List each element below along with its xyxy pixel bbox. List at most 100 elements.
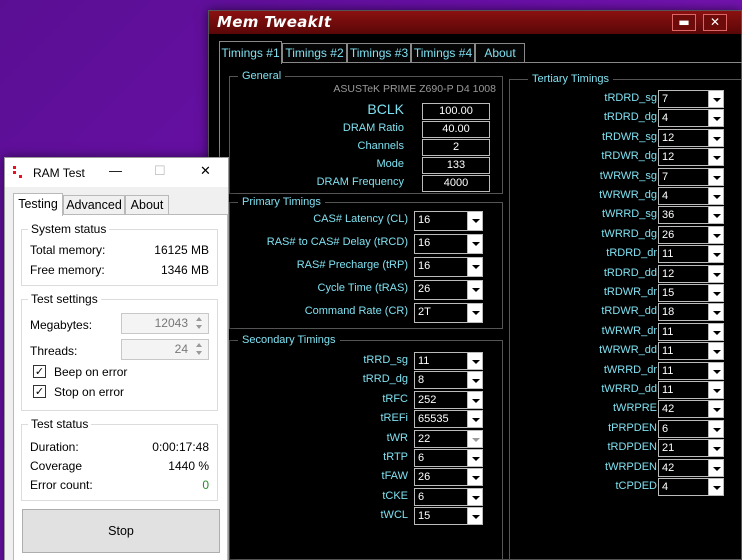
threads-spinner[interactable]: 24	[121, 339, 209, 360]
tab-advanced[interactable]: Advanced	[63, 195, 125, 215]
tab-about[interactable]: About	[475, 43, 525, 63]
beep-on-error-checkbox[interactable]: ✓	[33, 365, 46, 378]
chevron-down-icon[interactable]	[708, 285, 723, 301]
chevron-down-icon[interactable]	[708, 207, 723, 224]
megabytes-down-icon[interactable]	[192, 323, 207, 332]
tfaw-dropdown[interactable]: 26	[414, 468, 483, 487]
trefi-dropdown[interactable]: 65535	[414, 410, 483, 429]
tcke-dropdown[interactable]: 6	[414, 487, 483, 506]
twrpre-dropdown[interactable]: 42	[658, 400, 724, 419]
ras-precharge-trp-dropdown[interactable]: 16	[414, 257, 483, 277]
tab-testing[interactable]: Testing	[13, 193, 63, 216]
chevron-down-icon[interactable]	[467, 508, 482, 525]
tab-timings-4[interactable]: Timings #4	[411, 43, 475, 63]
chevron-down-icon[interactable]	[708, 91, 723, 107]
cycle-time-tras-dropdown[interactable]: 26	[414, 280, 483, 300]
tab-timings-1[interactable]: Timings #1	[219, 41, 282, 64]
chevron-down-icon[interactable]	[708, 362, 723, 379]
chevron-down-icon[interactable]	[708, 420, 723, 437]
twrrd-sg-dropdown[interactable]: 36	[658, 206, 724, 225]
chevron-down-icon[interactable]	[467, 235, 482, 253]
chevron-down-icon[interactable]	[708, 246, 723, 263]
twrrd-dr-dropdown[interactable]: 11	[658, 361, 724, 380]
trrd-dg-dropdown[interactable]: 8	[414, 371, 483, 390]
tab-timings-2[interactable]: Timings #2	[282, 43, 347, 63]
chevron-down-icon[interactable]	[467, 469, 482, 486]
ramtest-titlebar[interactable]: RAM Test — ☐ ✕	[5, 158, 228, 187]
twrwr-dd-dropdown[interactable]: 11	[658, 342, 724, 361]
twrwr-sg-dropdown[interactable]: 7	[658, 167, 724, 186]
bclk-label: BCLK	[367, 101, 404, 117]
chevron-down-icon[interactable]	[467, 281, 482, 299]
twrwr-dr-dropdown[interactable]: 11	[658, 322, 724, 341]
chevron-down-icon[interactable]	[467, 353, 482, 369]
trrd-sg-dropdown[interactable]: 11	[414, 352, 483, 370]
chevron-down-icon[interactable]	[708, 323, 723, 340]
chevron-down-icon[interactable]	[467, 488, 482, 505]
ras-to-cas-delay-trcd-dropdown[interactable]: 16	[414, 234, 483, 254]
memtweakit-titlebar[interactable]: Mem TweakIt ▬ ✕	[209, 11, 741, 34]
trdrd-dg-dropdown[interactable]: 4	[658, 109, 724, 128]
trtp-dropdown[interactable]: 6	[414, 449, 483, 467]
chevron-down-icon[interactable]	[708, 149, 723, 166]
trdwr-dd-dropdown[interactable]: 18	[658, 303, 724, 322]
chevron-down-icon[interactable]	[708, 265, 723, 282]
tertiary-timings-title: Tertiary Timings	[528, 72, 614, 86]
trdwr-sg-dropdown[interactable]: 12	[658, 128, 724, 147]
chevron-down-icon[interactable]	[467, 411, 482, 428]
trdrd-sg-dropdown[interactable]: 7	[658, 90, 724, 108]
chevron-down-icon[interactable]	[708, 343, 723, 360]
chevron-down-icon[interactable]	[708, 382, 723, 398]
trdpden-dropdown[interactable]: 21	[658, 439, 724, 458]
trdrd-dd-dropdown[interactable]: 12	[658, 264, 724, 283]
chevron-down-icon[interactable]	[708, 110, 723, 127]
chevron-down-icon[interactable]	[467, 391, 482, 408]
twrrd-dd-dropdown[interactable]: 11	[658, 381, 724, 399]
twrpden-dropdown[interactable]: 42	[658, 458, 724, 477]
tab-timings-3[interactable]: Timings #3	[347, 43, 411, 63]
twcl-dropdown[interactable]: 15	[414, 507, 483, 526]
trtp-label: tRTP	[383, 451, 408, 463]
trdwr-dr-label: tRDWR_dr	[603, 286, 657, 298]
chevron-down-icon[interactable]	[708, 479, 723, 495]
trdwr-dg-dropdown[interactable]: 12	[658, 148, 724, 167]
chevron-down-icon[interactable]	[708, 129, 723, 146]
tab-about[interactable]: About	[125, 195, 169, 215]
tcpded-dropdown[interactable]: 4	[658, 478, 724, 496]
chevron-down-icon[interactable]	[708, 304, 723, 321]
chevron-down-icon[interactable]	[467, 450, 482, 466]
chevron-down-icon[interactable]	[467, 304, 482, 322]
ramtest-close-button[interactable]: ✕	[200, 163, 211, 179]
chevron-down-icon[interactable]	[708, 459, 723, 476]
chevron-down-icon[interactable]	[708, 168, 723, 185]
trdwr-dr-dropdown[interactable]: 15	[658, 284, 724, 302]
ramtest-minimize-button[interactable]: —	[109, 163, 122, 178]
stop-on-error-checkbox[interactable]: ✓	[33, 385, 46, 398]
chevron-down-icon[interactable]	[708, 440, 723, 457]
twrwr-dg-dropdown[interactable]: 4	[658, 187, 724, 205]
chevron-down-icon[interactable]	[467, 430, 482, 447]
chevron-down-icon[interactable]	[708, 401, 723, 418]
secondary-timings-group: Secondary Timings tRRD_sg 11 tRRD_dg 8 tRFC 2…	[229, 333, 503, 560]
command-rate-cr-dropdown[interactable]: 2T	[414, 303, 483, 323]
twr-dropdown[interactable]: 22	[414, 429, 483, 448]
cas-latency-cl-dropdown[interactable]: 16	[414, 211, 483, 231]
trfc-dropdown[interactable]: 252	[414, 390, 483, 409]
twrrd-dd-label: tWRRD_dd	[601, 383, 657, 395]
trdrd-dr-value: 11	[662, 248, 674, 261]
twrrd-dg-dropdown[interactable]: 26	[658, 225, 724, 244]
chevron-down-icon[interactable]	[708, 188, 723, 204]
stop-button[interactable]: Stop	[22, 509, 220, 553]
ramtest-maximize-button[interactable]: ☐	[154, 163, 166, 179]
megabytes-spinner[interactable]: 12043	[121, 313, 209, 334]
threads-down-icon[interactable]	[192, 349, 207, 358]
minimize-button[interactable]: ▬	[672, 14, 696, 31]
chevron-down-icon[interactable]	[708, 226, 723, 243]
twrpre-value: 42	[662, 403, 675, 416]
chevron-down-icon[interactable]	[467, 372, 482, 389]
chevron-down-icon[interactable]	[467, 258, 482, 276]
tprpden-dropdown[interactable]: 6	[658, 419, 724, 438]
trdrd-dr-dropdown[interactable]: 11	[658, 245, 724, 264]
close-button[interactable]: ✕	[703, 14, 727, 31]
chevron-down-icon[interactable]	[467, 212, 482, 230]
